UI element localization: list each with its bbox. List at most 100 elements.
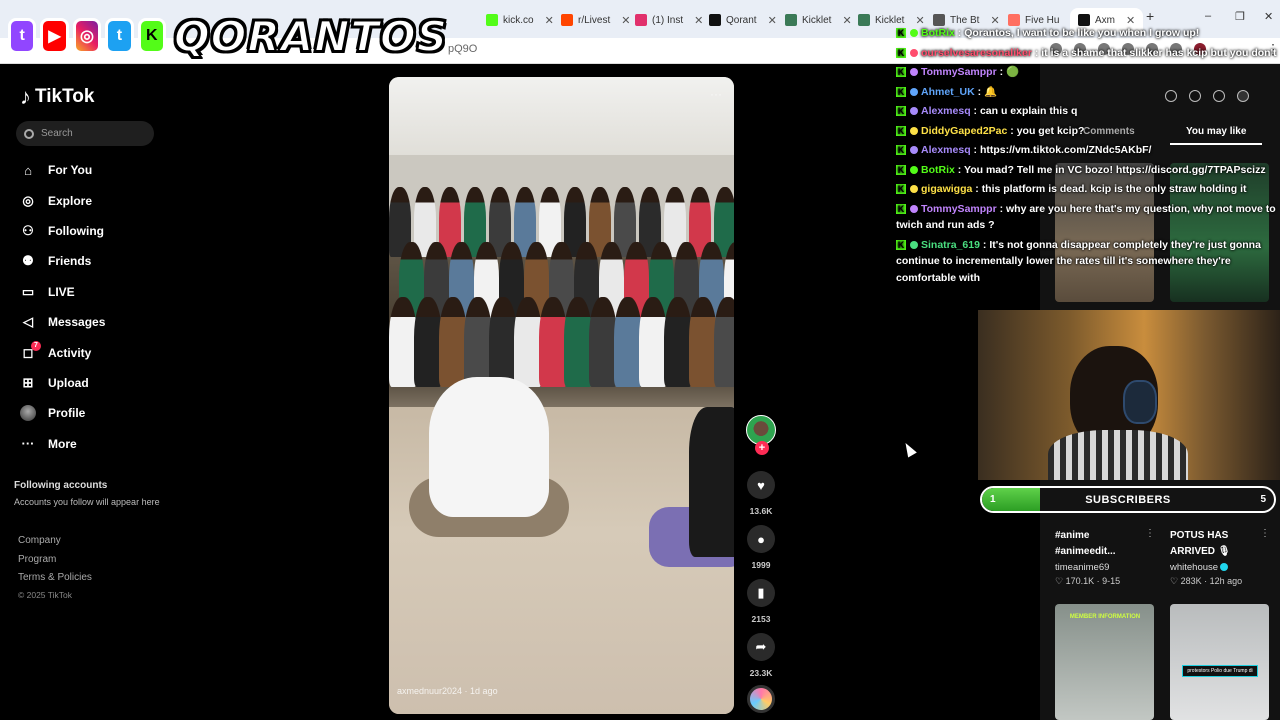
sidebar-item-friends[interactable]: ⚉ Friends [20, 246, 170, 276]
chat-username[interactable]: BotRix [921, 27, 955, 39]
chat-overlay: K BotRix : Qorantos, I want to be like yo… [896, 25, 1280, 289]
follow-plus-icon[interactable]: + [755, 441, 769, 455]
video-player[interactable]: ··· axmednuur2024 · 1d ago [389, 77, 734, 714]
card-title-1[interactable]: #anime #animeedit... [1055, 528, 1116, 560]
crowd-person [589, 297, 617, 387]
video-more-icon[interactable]: ··· [710, 87, 722, 101]
chat-text: Qorantos, I want to be like you when I g… [964, 27, 1200, 39]
user-badge-icon [910, 87, 918, 96]
upload-icon: ⊞ [22, 374, 34, 390]
kick-logo-icon: K [137, 18, 166, 54]
sidebar-item-activity[interactable]: ◻ 7 Activity [20, 337, 170, 367]
maximize-button[interactable]: ❐ [1235, 10, 1245, 23]
sidebar-item-label: Explore [48, 193, 93, 208]
card-title-2[interactable]: POTUS HAS ARRIVED 🎙 [1170, 528, 1230, 560]
heart-icon[interactable]: ♥ [747, 471, 775, 499]
chat-username[interactable]: gigawigga [921, 183, 972, 195]
comment-action[interactable]: ● 1999 [742, 525, 780, 570]
sidebar-item-label: Friends [48, 254, 92, 269]
sidebar-item-label: Messages [48, 315, 106, 330]
search-input[interactable] [41, 128, 141, 139]
sidebar-item-more[interactable]: ··· More [20, 429, 170, 459]
browser-tab[interactable]: Qorant ✕ [701, 8, 785, 32]
chat-username[interactable]: BotRix [921, 164, 955, 176]
recommended-thumbnail[interactable] [1055, 604, 1154, 720]
video-author-caption[interactable]: axmednuur2024 · 1d ago [397, 686, 498, 696]
chat-username[interactable]: Ahmet_UK [921, 86, 975, 98]
minimize-button[interactable]: ‒ [1205, 10, 1211, 22]
browser-tab[interactable]: r/Livest ✕ [553, 8, 638, 32]
browser-tab[interactable]: kick.co ✕ [478, 8, 562, 32]
tab-close-icon[interactable]: ✕ [768, 14, 777, 27]
url-text[interactable]: pQ9O [448, 43, 477, 55]
youtube-logo-icon: ▶ [40, 18, 69, 54]
new-tab-button[interactable]: + [1146, 8, 1154, 24]
kick-badge-icon: K [896, 239, 906, 250]
chat-text: can u explain this q [979, 105, 1078, 117]
card-more-icon[interactable]: ⋮ [1260, 528, 1270, 539]
share-icon[interactable]: ➦ [747, 633, 775, 661]
kick-badge-icon: K [896, 203, 906, 214]
music-disc-icon[interactable] [747, 685, 775, 713]
chat-text: 🟢 [1006, 66, 1020, 78]
webcam-headset [1123, 380, 1157, 424]
sidebar-item-messages[interactable]: ◁ Messages [20, 307, 170, 337]
following-accounts-hint: Accounts you follow will appear here [14, 497, 160, 507]
kick-badge-icon: K [896, 86, 906, 97]
bookmark-icon[interactable]: ▮ [747, 579, 775, 607]
chat-username[interactable]: DiddyGaped2Pac [921, 125, 1007, 137]
footer-link-terms[interactable]: Terms & Policies [18, 569, 92, 588]
comment-icon[interactable]: ● [747, 525, 775, 553]
user-badge-icon [910, 204, 918, 213]
sidebar-item-upload[interactable]: ⊞ Upload [20, 368, 170, 398]
chat-separator: : [970, 144, 980, 156]
sidebar-item-explore[interactable]: ◎ Explore [20, 185, 170, 215]
sidebar-item-for-you[interactable]: ⌂ For You [20, 155, 170, 185]
card-more-icon[interactable]: ⋮ [1145, 528, 1155, 539]
card-author-2[interactable]: whitehouse [1170, 562, 1229, 573]
sidebar-item-following[interactable]: ⚇ Following [20, 216, 170, 246]
tab-label: Five Hu [1025, 14, 1060, 26]
card-likes-1: ♡ 170.1K [1055, 576, 1095, 586]
user-badge-icon [910, 165, 918, 174]
card-author-1[interactable]: timeanime69 [1055, 562, 1109, 573]
close-window-button[interactable]: ✕ [1264, 10, 1273, 23]
chat-username[interactable]: TommySamppr [921, 66, 997, 78]
tiktok-logo[interactable]: ♪ TikTok [20, 84, 94, 110]
chat-username[interactable]: ourselvesaresonaliker [921, 47, 1032, 59]
tab-label: (1) Inst [652, 14, 684, 26]
browser-tab[interactable]: Kicklet ✕ [777, 8, 860, 32]
recommended-thumbnail[interactable] [1170, 604, 1269, 720]
chat-message: K Ahmet_UK : 🔔 [896, 84, 1280, 101]
chat-username[interactable]: Sinatra_619 [921, 239, 980, 251]
sidebar-item-label: Activity [48, 345, 92, 360]
chat-username[interactable]: Alexmesq [921, 105, 971, 117]
sidebar-item-live[interactable]: ▭ LIVE [20, 277, 170, 307]
footer-link-program[interactable]: Program [18, 551, 92, 570]
sidebar-item-profile[interactable]: Profile [20, 398, 170, 428]
like-action[interactable]: ♥ 13.6K [742, 471, 780, 516]
crowd-person [539, 297, 567, 387]
browser-tab[interactable]: (1) Inst ✕ [627, 8, 711, 32]
chat-username[interactable]: Alexmesq [921, 144, 971, 156]
streamer-brand-overlay: t ▶ ◎ t K QORANTOS [8, 6, 448, 66]
save-action[interactable]: ▮ 2153 [742, 579, 780, 624]
crowd-person [614, 297, 642, 387]
search-box[interactable] [16, 121, 154, 146]
tiktok-wordmark: TikTok [35, 86, 95, 107]
chat-username[interactable]: TommySamppr [921, 203, 997, 215]
chat-separator: : [1031, 46, 1042, 59]
card-likes-2: ♡ 283K [1170, 576, 1202, 586]
card-meta-1: ♡ 170.1K · 9-15 [1055, 576, 1120, 587]
kick-badge-icon: K [896, 67, 906, 78]
footer-link-company[interactable]: Company [18, 532, 92, 551]
tab-favicon-icon [486, 14, 498, 26]
user-badge-icon [910, 185, 918, 194]
thumbnail-caption: protestors Polio due Trump di fuga [1182, 665, 1258, 677]
chat-message: Kgigawigga : this platform is dead. kcip… [896, 181, 1280, 198]
kick-badge-icon: K [896, 145, 906, 156]
chat-message: K BotRix : Qorantos, I want to be like yo… [896, 25, 1280, 42]
twitter-logo-icon: t [105, 18, 134, 54]
share-action[interactable]: ➦ 23.3K [742, 633, 780, 678]
kick-badge-icon: K [896, 164, 906, 175]
